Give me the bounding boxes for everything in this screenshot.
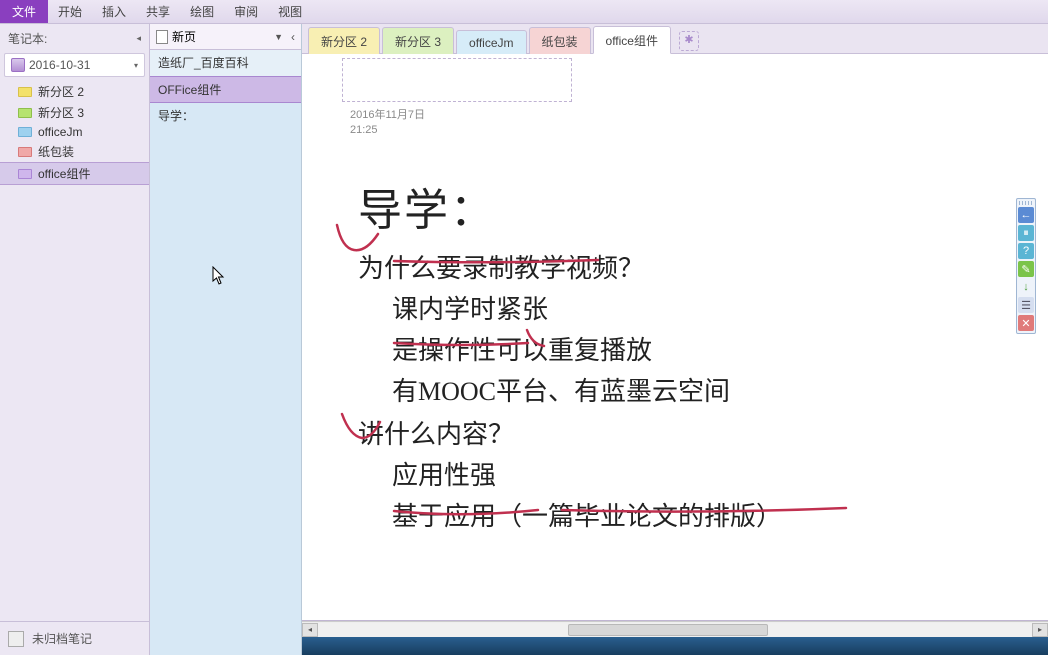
section-item[interactable]: 新分区 2 <box>0 81 149 102</box>
section-item[interactable]: 新分区 3 <box>0 102 149 123</box>
note-title: 导学： <box>358 174 782 238</box>
page-list: 造纸厂_百度百科 OFFice组件 导学： <box>150 50 301 655</box>
section-label: 纸包装 <box>38 143 74 160</box>
section-tab[interactable]: 新分区 3 <box>382 27 454 54</box>
page-date: 2016年11月7日 <box>350 108 425 123</box>
section-tab-active[interactable]: office组件 <box>593 26 671 54</box>
chevron-down-icon: ▾ <box>134 61 138 70</box>
new-page-button[interactable]: 新页 ▼ ‹ <box>150 24 301 50</box>
notebook-label: 笔记本: ◂ <box>0 24 149 53</box>
notebook-icon <box>11 58 25 72</box>
section-label: 新分区 2 <box>38 83 84 100</box>
note-line: 应用性强 <box>392 455 782 492</box>
menu-file[interactable]: 文件 <box>0 0 48 23</box>
section-swatch-icon <box>18 87 32 97</box>
tool-menu-icon[interactable]: ☰ <box>1018 297 1034 313</box>
tool-back-icon[interactable]: ← <box>1018 207 1034 223</box>
note-canvas[interactable]: 2016年11月7日 21:25 导学： 为什么要录制教学视频？ 课内学时紧张 … <box>302 54 1048 621</box>
page-icon <box>156 30 168 44</box>
menu-share[interactable]: 共享 <box>136 0 180 23</box>
page-timestamp: 2016年11月7日 21:25 <box>350 108 425 139</box>
note-line: 是操作性可以重复播放 <box>392 330 782 367</box>
horizontal-scrollbar[interactable]: ◂ ▸ <box>302 621 1048 637</box>
note-line: 有MOOC平台、有蓝墨云空间 <box>392 371 782 408</box>
floating-toolbar[interactable]: ← ⏸ ? ✎ ↓ ☰ ✕ <box>1016 198 1036 334</box>
unfiled-icon <box>8 631 24 647</box>
os-taskbar <box>302 637 1048 655</box>
note-body[interactable]: 导学： 为什么要录制教学视频？ 课内学时紧张 是操作性可以重复播放 有MOOC平… <box>358 174 782 533</box>
dropdown-icon[interactable]: ▼ <box>274 32 283 42</box>
grip-icon[interactable] <box>1019 201 1033 205</box>
tool-down-icon[interactable]: ↓ <box>1018 279 1034 295</box>
note-line: 基于应用（一篇毕业论文的排版） <box>392 496 782 533</box>
content-area: 新分区 2 新分区 3 officeJm 纸包装 office组件 ✱ 2016… <box>302 24 1048 655</box>
section-label: 新分区 3 <box>38 104 84 121</box>
section-item-active[interactable]: office组件 <box>0 162 149 185</box>
menu-view[interactable]: 视图 <box>268 0 312 23</box>
ribbon-menubar: 文件 开始 插入 共享 绘图 审阅 视图 <box>0 0 1048 24</box>
section-tab[interactable]: officeJm <box>456 30 526 54</box>
scroll-right-arrow[interactable]: ▸ <box>1032 623 1048 637</box>
page-item-active[interactable]: OFFice组件 <box>150 76 301 103</box>
tool-help-icon[interactable]: ? <box>1018 243 1034 259</box>
add-section-button[interactable]: ✱ <box>679 31 699 51</box>
chevron-left-icon[interactable]: ◂ <box>136 33 141 44</box>
section-label: officeJm <box>38 125 82 139</box>
notebook-selected-name: 2016-10-31 <box>29 58 90 72</box>
tool-pause-icon[interactable]: ⏸ <box>1018 225 1034 241</box>
section-list: 新分区 2 新分区 3 officeJm 纸包装 office组件 <box>0 81 149 621</box>
page-title-box[interactable] <box>342 58 572 102</box>
page-sidebar: 新页 ▼ ‹ 造纸厂_百度百科 OFFice组件 导学： <box>150 24 302 655</box>
tool-pen-icon[interactable]: ✎ <box>1018 261 1034 277</box>
section-swatch-icon <box>18 127 32 137</box>
section-swatch-icon <box>18 169 32 179</box>
section-swatch-icon <box>18 147 32 157</box>
section-tab[interactable]: 新分区 2 <box>308 27 380 54</box>
section-label: office组件 <box>38 165 90 182</box>
scroll-thumb[interactable] <box>568 624 768 636</box>
notebook-selector[interactable]: 2016-10-31 ▾ <box>4 53 145 77</box>
collapse-icon[interactable]: ‹ <box>291 30 295 44</box>
notebook-sidebar: 笔记本: ◂ 2016-10-31 ▾ 新分区 2 新分区 3 officeJm <box>0 24 150 655</box>
note-line: 讲什么内容？ <box>358 414 782 451</box>
menu-start[interactable]: 开始 <box>48 0 92 23</box>
scroll-left-arrow[interactable]: ◂ <box>302 623 318 637</box>
page-item[interactable]: 导学： <box>150 103 301 129</box>
note-line: 课内学时紧张 <box>392 289 782 326</box>
section-item[interactable]: 纸包装 <box>0 141 149 162</box>
unfiled-label: 未归档笔记 <box>32 630 92 647</box>
new-page-label: 新页 <box>172 28 196 45</box>
section-item[interactable]: officeJm <box>0 123 149 141</box>
unfiled-notes[interactable]: 未归档笔记 <box>0 621 149 655</box>
page-time: 21:25 <box>350 123 425 138</box>
page-item[interactable]: 造纸厂_百度百科 <box>150 50 301 76</box>
menu-insert[interactable]: 插入 <box>92 0 136 23</box>
note-line: 为什么要录制教学视频？ <box>358 248 782 285</box>
tool-close-icon[interactable]: ✕ <box>1018 315 1034 331</box>
notebook-label-text: 笔记本: <box>8 30 47 47</box>
section-tabs: 新分区 2 新分区 3 officeJm 纸包装 office组件 ✱ <box>302 24 1048 54</box>
menu-review[interactable]: 审阅 <box>224 0 268 23</box>
menu-draw[interactable]: 绘图 <box>180 0 224 23</box>
section-tab[interactable]: 纸包装 <box>529 27 591 54</box>
section-swatch-icon <box>18 108 32 118</box>
scroll-track[interactable] <box>318 623 1032 637</box>
